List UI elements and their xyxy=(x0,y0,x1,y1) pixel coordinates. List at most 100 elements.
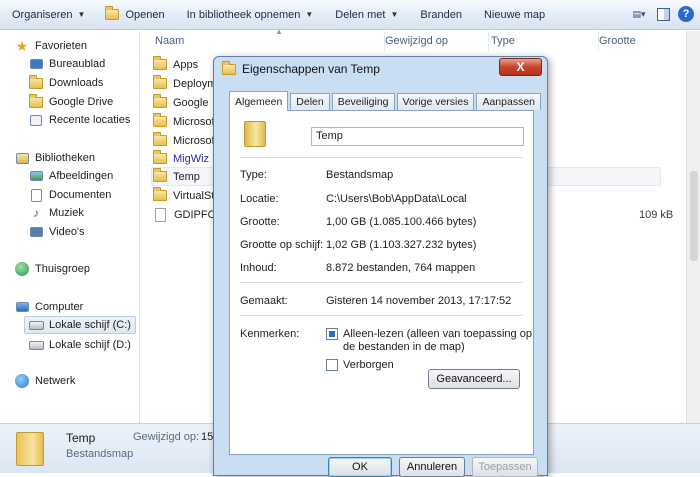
column-label: Grootte xyxy=(599,35,636,47)
nav-libraries[interactable]: Bibliotheken xyxy=(14,149,95,167)
nav-desktop[interactable]: Bureaublad xyxy=(28,55,105,73)
recent-places-icon xyxy=(28,113,44,127)
tab-sharing[interactable]: Delen xyxy=(290,93,330,110)
folder-icon xyxy=(16,432,44,466)
list-item[interactable]: Microsof xyxy=(153,112,215,131)
tab-customize[interactable]: Aanpassen xyxy=(476,93,542,110)
organize-label: Organiseren xyxy=(12,8,73,21)
advanced-button[interactable]: Geavanceerd... xyxy=(428,369,520,389)
list-item[interactable]: Google xyxy=(153,93,208,112)
list-item[interactable]: Temp xyxy=(153,167,200,186)
contents-label: Inhoud: xyxy=(240,262,277,274)
item-name: Deploym xyxy=(173,77,217,90)
item-name: Microsof xyxy=(173,134,215,147)
view-options-icon[interactable]: ▤▾ xyxy=(630,4,648,24)
include-library-menu[interactable]: In bibliotheek opnemen ▼ xyxy=(181,4,320,26)
organize-menu[interactable]: Organiseren ▼ xyxy=(6,4,91,26)
item-name: Apps xyxy=(173,58,199,71)
divider xyxy=(240,282,523,283)
documents-icon xyxy=(28,188,44,202)
cancel-button[interactable]: Annuleren xyxy=(399,457,465,477)
details-modified-label: Gewijzigd op: xyxy=(133,431,200,443)
list-item[interactable]: Apps xyxy=(153,55,198,74)
nav-music[interactable]: ♪ Muziek xyxy=(28,204,84,222)
nav-documents[interactable]: Documenten xyxy=(28,186,111,204)
tab-previous-versions[interactable]: Vorige versies xyxy=(396,93,475,110)
nav-label: Lokale schijf (D:) xyxy=(49,339,131,351)
downloads-icon xyxy=(28,74,44,90)
list-item[interactable]: MigWiz xyxy=(153,149,209,168)
navigation-pane: ★ Favorieten Bureaublad Downloads Google… xyxy=(0,31,140,423)
preview-pane-icon[interactable] xyxy=(654,4,672,24)
pictures-icon xyxy=(28,169,44,183)
folder-icon xyxy=(153,113,167,127)
divider xyxy=(240,157,523,158)
chevron-down-icon: ▼ xyxy=(390,10,399,19)
list-item[interactable]: Microsof xyxy=(153,131,215,150)
nav-label: Computer xyxy=(35,301,84,313)
column-header-modified[interactable]: Gewijzigd op xyxy=(385,31,489,51)
nav-recent[interactable]: Recente locaties xyxy=(28,111,130,129)
open-button[interactable]: Openen xyxy=(99,4,170,26)
column-header-size[interactable]: Grootte xyxy=(599,31,684,51)
type-label: Type: xyxy=(240,169,267,181)
folder-open-icon xyxy=(105,6,120,20)
dialog-title-bar[interactable]: Eigenschappen van Temp xyxy=(222,60,380,76)
share-menu[interactable]: Delen met ▼ xyxy=(329,4,404,26)
nav-drive-c[interactable]: Lokale schijf (C:) xyxy=(24,316,136,334)
details-name: Temp xyxy=(66,431,96,445)
new-folder-label: Nieuwe map xyxy=(483,8,546,21)
list-item[interactable]: Deploym xyxy=(153,74,216,93)
nav-downloads[interactable]: Downloads xyxy=(28,74,103,92)
nav-videos[interactable]: Video's xyxy=(28,223,85,241)
nav-label: Google Drive xyxy=(49,96,114,108)
close-button[interactable]: X xyxy=(499,58,542,76)
item-name: MigWiz xyxy=(173,152,210,165)
apply-button[interactable]: Toepassen xyxy=(472,457,538,477)
column-header-name[interactable]: Naam ▲ xyxy=(155,27,385,51)
hidden-checkbox[interactable] xyxy=(326,359,338,371)
nav-computer[interactable]: Computer xyxy=(14,298,83,316)
folder-icon xyxy=(222,60,236,75)
folder-icon xyxy=(153,75,167,89)
tab-security[interactable]: Beveiliging xyxy=(331,93,395,110)
drive-icon xyxy=(28,338,44,352)
nav-google-drive[interactable]: Google Drive xyxy=(28,93,113,111)
created-label: Gemaakt: xyxy=(240,295,288,307)
size-value: 1,00 GB (1.085.100.466 bytes) xyxy=(326,216,477,228)
ok-button[interactable]: OK xyxy=(328,457,392,477)
nav-label: Muziek xyxy=(49,207,84,219)
chevron-down-icon: ▼ xyxy=(77,10,86,19)
tab-general[interactable]: Algemeen xyxy=(229,91,289,111)
location-value: C:\Users\Bob\AppData\Local xyxy=(326,193,467,205)
help-icon[interactable]: ? xyxy=(678,6,694,22)
nav-label: Netwerk xyxy=(35,375,76,387)
chevron-down-icon: ▼ xyxy=(305,10,314,19)
size-label: Grootte: xyxy=(240,216,280,228)
scrollbar-thumb[interactable] xyxy=(690,171,698,261)
folder-name-field[interactable]: Temp xyxy=(311,127,524,146)
computer-icon xyxy=(14,300,30,314)
nav-pictures[interactable]: Afbeeldingen xyxy=(28,167,113,185)
list-item[interactable]: VirtualSto xyxy=(153,186,221,205)
folder-icon xyxy=(153,94,167,108)
folder-icon xyxy=(153,56,167,70)
readonly-checkbox[interactable] xyxy=(326,328,338,340)
nav-label: Afbeeldingen xyxy=(49,170,114,182)
new-folder-button[interactable]: Nieuwe map xyxy=(478,4,551,26)
divider xyxy=(240,315,523,316)
item-name: Google xyxy=(173,96,209,109)
nav-drive-d[interactable]: Lokale schijf (D:) xyxy=(28,336,131,354)
nav-homegroup[interactable]: Thuisgroep xyxy=(14,260,90,278)
location-label: Locatie: xyxy=(240,193,279,205)
details-type: Bestandsmap xyxy=(66,448,134,460)
vertical-scrollbar[interactable] xyxy=(686,31,700,423)
sort-arrow-icon: ▲ xyxy=(275,27,283,36)
burn-button[interactable]: Branden xyxy=(414,4,468,26)
nav-favorites[interactable]: ★ Favorieten xyxy=(14,37,87,55)
details-modified-value: 15 xyxy=(201,431,214,443)
folder-icon xyxy=(153,187,167,201)
nav-network[interactable]: Netwerk xyxy=(14,372,75,390)
libraries-icon xyxy=(14,151,30,165)
column-header-type[interactable]: Type xyxy=(491,31,599,51)
